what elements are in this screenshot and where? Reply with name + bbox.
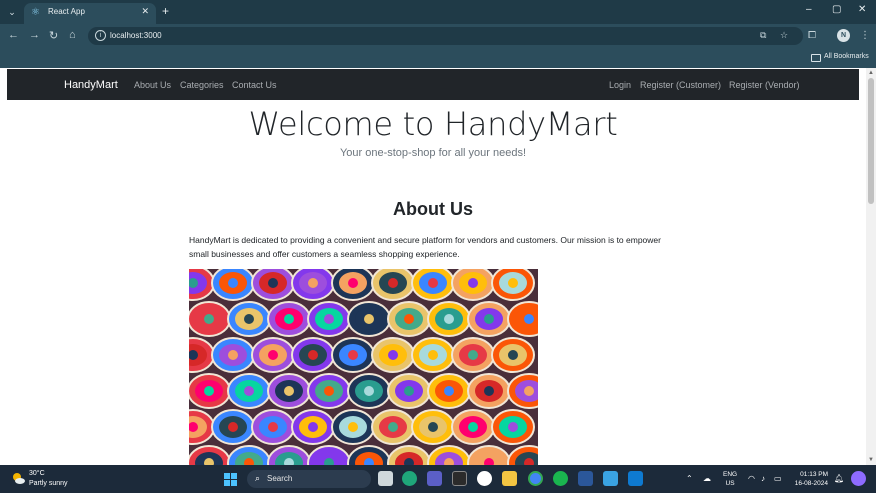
react-favicon-icon: ⚛ (31, 7, 40, 18)
scroll-up-icon[interactable]: ▲ (868, 70, 874, 76)
reload-button[interactable]: ↻ (49, 29, 58, 42)
language-indicator[interactable]: ENG US (723, 470, 737, 488)
tab-search-button[interactable]: ⌄ (5, 5, 19, 19)
whatsapp-icon[interactable] (553, 471, 568, 486)
back-button[interactable]: ← (8, 29, 19, 41)
notifications-bell-icon[interactable]: 🔔︎ (834, 474, 844, 483)
taskbar-search[interactable]: ⌕ Search (247, 470, 371, 488)
scroll-thumb[interactable] (868, 78, 874, 204)
folder-icon (811, 54, 821, 62)
forward-button[interactable]: → (29, 29, 40, 41)
nav-register-vendor[interactable]: Register (Vendor) (729, 80, 800, 90)
nav-categories[interactable]: Categories (180, 80, 224, 90)
tab-title: React App (48, 7, 85, 16)
page-viewport: HandyMart About Us Categories Contact Us… (0, 68, 876, 465)
home-button[interactable]: ⌂ (69, 29, 76, 41)
address-bar[interactable]: i localhost:3000 ⧉ ☆ (88, 27, 803, 45)
photos-icon[interactable] (603, 471, 618, 486)
weather-description[interactable]: Partly sunny (29, 480, 68, 487)
bowls-illustration (171, 265, 551, 465)
bowls-image (171, 265, 551, 465)
about-title: About Us (393, 199, 473, 219)
hero-title: Welcome to HandyMart (248, 105, 618, 143)
windows-start-icon[interactable] (224, 473, 237, 486)
scroll-down-icon[interactable]: ▼ (868, 457, 874, 463)
partly-sunny-icon[interactable] (12, 472, 25, 485)
install-app-icon[interactable]: ⧉ (760, 30, 766, 41)
wifi-icon[interactable]: ◠ (748, 474, 755, 483)
file-explorer-icon[interactable] (502, 471, 517, 486)
brand-logo[interactable]: HandyMart (64, 79, 118, 91)
region-code: US (725, 480, 735, 487)
close-window-button[interactable]: ✕ (858, 4, 866, 15)
bookmarks-bar: All Bookmarks (0, 48, 876, 68)
clock-date: 16-08-2024 (794, 480, 828, 487)
minimize-button[interactable]: – (806, 4, 812, 15)
maximize-button[interactable]: ▢ (832, 4, 841, 15)
hero-subtitle: Your one-stop-shop for all your needs! (339, 147, 527, 159)
dell-icon[interactable] (477, 471, 492, 486)
vscode-icon[interactable] (628, 471, 643, 486)
site-navbar: HandyMart About Us Categories Contact Us… (7, 69, 859, 100)
nav-about-us[interactable]: About Us (134, 80, 171, 90)
volume-icon[interactable]: ♪ (761, 474, 765, 483)
language-code: ENG (723, 471, 738, 478)
address-url[interactable]: localhost:3000 (110, 31, 162, 40)
edge-copilot-icon[interactable] (402, 471, 417, 486)
search-placeholder: Search (267, 474, 293, 483)
nav-login[interactable]: Login (609, 80, 631, 90)
teams-icon[interactable] (427, 471, 442, 486)
weather-temperature[interactable]: 30°C (29, 470, 45, 477)
browser-toolbar: ← → ↻ ⌂ i localhost:3000 ⧉ ☆ ⧠ N ⋮ (0, 24, 876, 48)
chrome-icon[interactable] (528, 471, 543, 486)
about-text: HandyMart is dedicated to providing a co… (189, 235, 661, 259)
browser-tab-bar: ⌄ ⚛ React App ✕ + – ▢ ✕ (0, 0, 876, 24)
profile-avatar[interactable]: N (837, 29, 850, 42)
system-clock[interactable]: 01:13 PM 16-08-2024 (792, 470, 828, 488)
bookmark-star-icon[interactable]: ☆ (780, 30, 788, 41)
search-icon: ⌕ (255, 473, 261, 483)
site-info-icon[interactable]: i (95, 30, 106, 41)
new-tab-button[interactable]: + (162, 4, 169, 18)
chevron-up-icon[interactable]: ⌃ (686, 474, 693, 483)
onedrive-cloud-icon[interactable]: ☁ (703, 474, 711, 483)
tab-close-icon[interactable]: ✕ (141, 6, 149, 17)
nav-contact-us[interactable]: Contact Us (232, 80, 277, 90)
clock-time: 01:13 PM (800, 471, 828, 478)
extensions-icon[interactable]: ⧠ (808, 30, 816, 41)
menu-kebab-icon[interactable]: ⋮ (860, 30, 870, 41)
all-bookmarks-link[interactable]: All Bookmarks (824, 53, 869, 60)
copilot-icon[interactable] (851, 471, 866, 486)
task-view-icon[interactable] (378, 471, 393, 486)
page-scrollbar[interactable]: ▲ ▼ (866, 68, 876, 465)
os-taskbar: 30°C Partly sunny ⌕ Search ⌃ ☁ ENG US ◠ … (0, 465, 876, 493)
browser-tab[interactable]: ⚛ React App ✕ (24, 3, 156, 24)
battery-icon[interactable]: ▭ (774, 474, 782, 483)
word-icon[interactable] (578, 471, 593, 486)
nav-register-customer[interactable]: Register (Customer) (640, 80, 721, 90)
terminal-icon[interactable] (452, 471, 467, 486)
